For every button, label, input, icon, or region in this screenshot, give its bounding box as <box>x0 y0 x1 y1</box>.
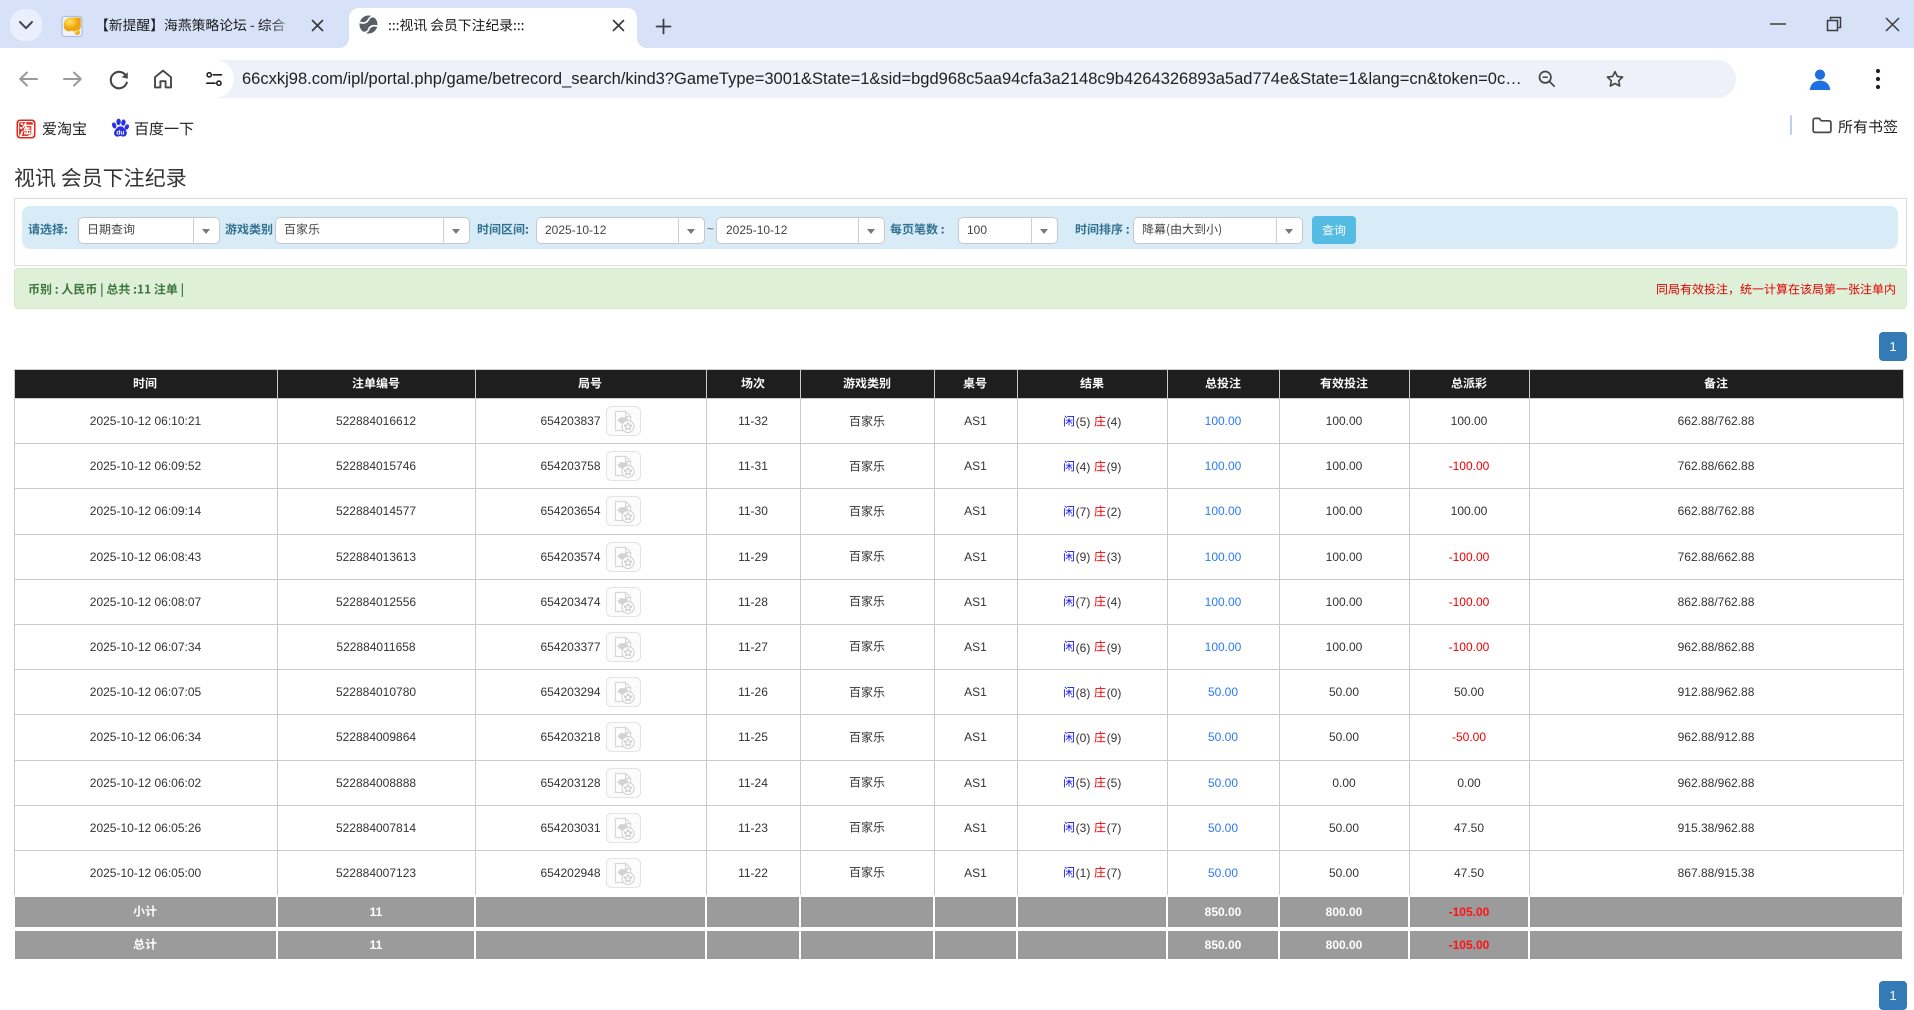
svg-text:du: du <box>116 129 124 136</box>
